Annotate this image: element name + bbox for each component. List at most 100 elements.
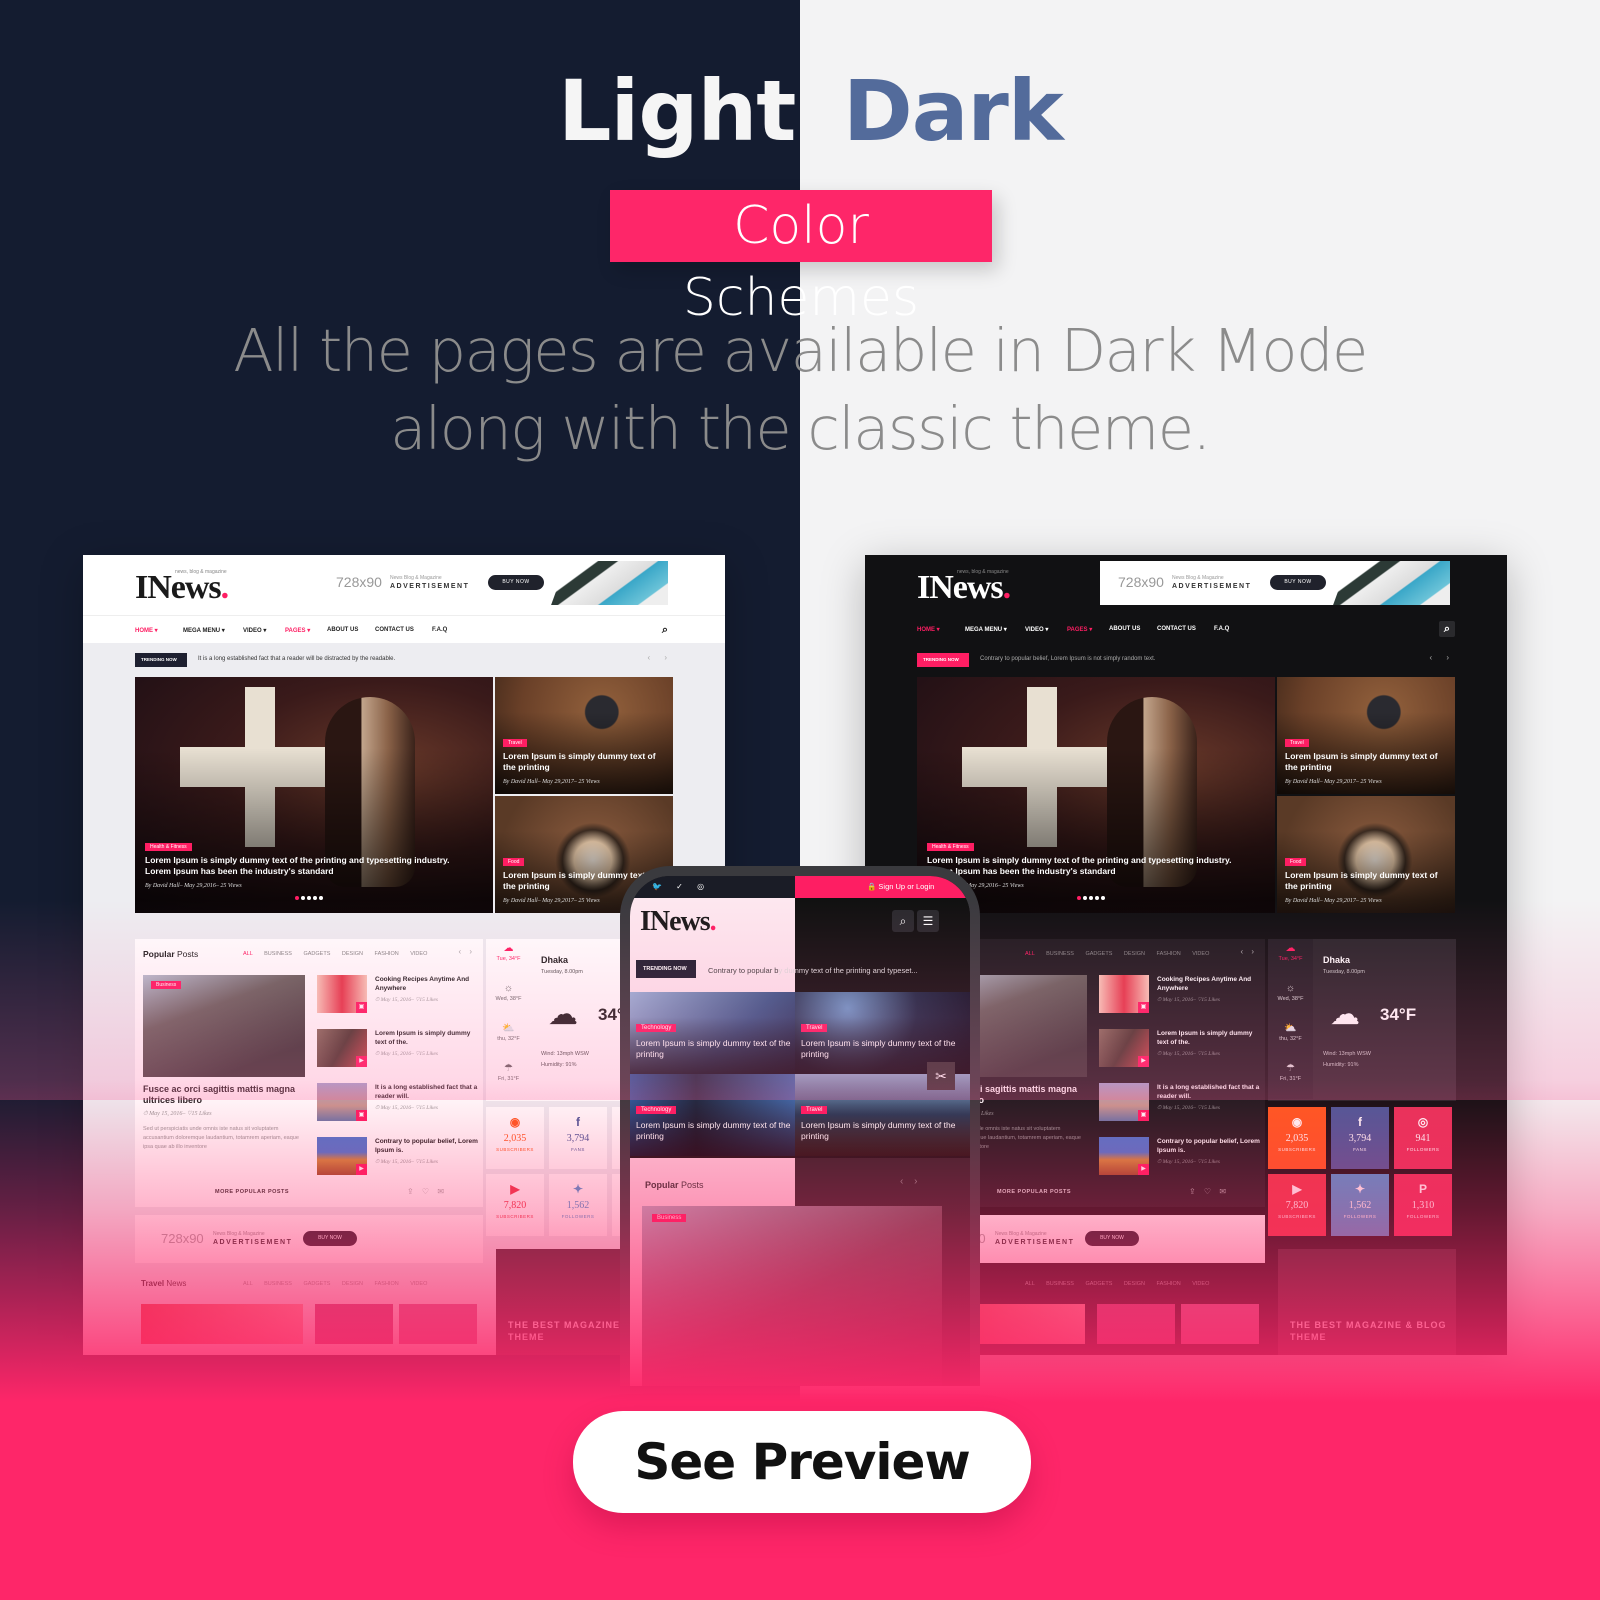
tab-fashion[interactable]: FASHION: [1157, 1281, 1181, 1287]
list-title[interactable]: Contrary to popular belief, Lorem Ipsum …: [1157, 1137, 1261, 1155]
weather-day[interactable]: ☂ Fri, 31°F: [486, 1059, 531, 1099]
list-item[interactable]: ▶ Lorem Ipsum is simply dummy text of th…: [317, 1029, 477, 1069]
category-badge[interactable]: Technology: [636, 1024, 677, 1032]
phone-tile[interactable]: Technology Lorem Ipsum is simply dummy t…: [630, 992, 795, 1074]
nav-about[interactable]: ABOUT US: [1109, 626, 1140, 632]
nav-about[interactable]: ABOUT US: [327, 627, 358, 633]
more-popular-posts-link[interactable]: MORE POPULAR POSTS: [997, 1189, 1071, 1195]
phone-popular-image[interactable]: Business: [642, 1206, 942, 1386]
social-counter[interactable]: ✦ 1,562 FOLLOWERS: [549, 1174, 607, 1236]
weather-day[interactable]: ☼ Wed, 38°F: [486, 979, 531, 1019]
weather-day[interactable]: ☁ Tue, 34°F: [486, 939, 531, 979]
tab-fashion[interactable]: FASHION: [1157, 951, 1181, 957]
weather-day[interactable]: ☂ Fri, 31°F: [1268, 1059, 1313, 1099]
trending-arrows[interactable]: ‹ ›: [647, 653, 673, 662]
tab-gadgets[interactable]: GADGETS: [303, 1281, 330, 1287]
tab-gadgets[interactable]: GADGETS: [1085, 951, 1112, 957]
tab-video[interactable]: VIDEO: [410, 1281, 427, 1287]
list-title[interactable]: Lorem Ipsum is simply dummy text of the.: [1157, 1029, 1261, 1047]
share-icons[interactable]: ⇪ ♡ ✉: [407, 1187, 447, 1196]
more-popular-posts-link[interactable]: MORE POPULAR POSTS: [215, 1189, 289, 1195]
side-title[interactable]: Lorem Ipsum is simply dummy text of the …: [1285, 870, 1450, 892]
popular-nav-arrows[interactable]: ‹ ›: [458, 947, 475, 956]
tab-gadgets[interactable]: GADGETS: [1085, 1281, 1112, 1287]
tile-title[interactable]: Lorem Ipsum is simply dummy text of the …: [801, 1038, 961, 1060]
list-item[interactable]: ▣ Cooking Recipes Anytime And Anywhere ⏱…: [1099, 975, 1259, 1015]
tab-business[interactable]: BUSINESS: [1046, 1281, 1074, 1287]
category-badge[interactable]: Travel: [801, 1024, 828, 1032]
tab-design[interactable]: DESIGN: [1124, 1281, 1145, 1287]
featured-side[interactable]: Travel Lorem Ipsum is simply dummy text …: [495, 677, 673, 794]
category-badge[interactable]: Travel: [503, 739, 527, 747]
popular-nav-arrows[interactable]: ‹ ›: [1240, 947, 1257, 956]
weather-day[interactable]: ☼ Wed, 38°F: [1268, 979, 1313, 1019]
search-icon[interactable]: ⌕: [1439, 621, 1455, 637]
tab-business[interactable]: BUSINESS: [264, 1281, 292, 1287]
tab-video[interactable]: VIDEO: [1192, 951, 1209, 957]
featured-title[interactable]: Lorem Ipsum is simply dummy text of the …: [145, 855, 465, 877]
list-title[interactable]: It is a long established fact that a rea…: [1157, 1083, 1261, 1101]
category-badge[interactable]: Business: [151, 981, 182, 989]
tab-design[interactable]: DESIGN: [342, 951, 363, 957]
search-icon[interactable]: ⌕: [657, 622, 673, 638]
see-preview-button[interactable]: See Preview: [573, 1411, 1031, 1513]
settings-tool-icon[interactable]: ✂: [927, 1062, 955, 1090]
ad-banner[interactable]: 728x90 News Blog & Magazine ADVERTISEMEN…: [318, 561, 668, 605]
travel-thumbnail[interactable]: [1181, 1304, 1259, 1344]
tile-title[interactable]: Lorem Ipsum is simply dummy text of the …: [801, 1120, 961, 1142]
search-icon[interactable]: ⌕: [892, 910, 914, 932]
featured-title[interactable]: Lorem Ipsum is simply dummy text of the …: [927, 855, 1247, 877]
tab-business[interactable]: BUSINESS: [264, 951, 292, 957]
nav-video[interactable]: VIDEO ▾: [1025, 626, 1048, 633]
weather-day[interactable]: ⛅ thu, 32°F: [486, 1019, 531, 1059]
ad-banner[interactable]: 728x90 News Blog & Magazine ADVERTISEMEN…: [1100, 561, 1450, 605]
list-title[interactable]: It is a long established fact that a rea…: [375, 1083, 479, 1101]
tab-fashion[interactable]: FASHION: [375, 1281, 399, 1287]
tab-video[interactable]: VIDEO: [410, 951, 427, 957]
list-title[interactable]: Cooking Recipes Anytime And Anywhere: [375, 975, 479, 993]
slider-dots[interactable]: [1077, 887, 1107, 905]
trending-text[interactable]: It is a long established fact that a rea…: [198, 656, 395, 662]
travel-thumbnail[interactable]: [141, 1304, 303, 1344]
social-counter[interactable]: ▶ 7,820 SUBSCRIBERS: [486, 1174, 544, 1236]
nav-home[interactable]: HOME ▾: [135, 627, 158, 634]
tab-all[interactable]: ALL: [1025, 951, 1035, 957]
signup-login-link[interactable]: 🔒 Sign Up or Login: [795, 876, 970, 898]
travel-thumbnail[interactable]: [1097, 1304, 1175, 1344]
list-item[interactable]: ▣ It is a long established fact that a r…: [317, 1083, 477, 1123]
travel-thumbnail[interactable]: [315, 1304, 393, 1344]
buy-now-button[interactable]: BUY NOW: [303, 1231, 357, 1246]
social-counter[interactable]: ✦ 1,562 FOLLOWERS: [1331, 1174, 1389, 1236]
social-counter[interactable]: ◉ 2,035 SUBSCRIBERS: [486, 1107, 544, 1169]
share-icons[interactable]: ⇪ ♡ ✉: [1189, 1187, 1229, 1196]
nav-pages[interactable]: PAGES ▾: [285, 627, 310, 634]
list-item[interactable]: ▶ Contrary to popular belief, Lorem Ipsu…: [317, 1137, 479, 1177]
tab-all[interactable]: ALL: [243, 1281, 253, 1287]
tab-gadgets[interactable]: GADGETS: [303, 951, 330, 957]
tab-business[interactable]: BUSINESS: [1046, 951, 1074, 957]
social-counter[interactable]: f 3,794 FANS: [1331, 1107, 1389, 1169]
popular-main-title[interactable]: Fusce ac orci sagittis mattis magna ultr…: [143, 1084, 305, 1106]
featured-main[interactable]: Health & Fitness Lorem Ipsum is simply d…: [135, 677, 493, 913]
menu-icon[interactable]: ☰: [917, 910, 939, 932]
phone-popular-nav[interactable]: ‹ ›: [900, 1176, 921, 1187]
tile-title[interactable]: Lorem Ipsum is simply dummy text of the …: [636, 1038, 791, 1060]
nav-home[interactable]: HOME ▾: [917, 626, 940, 633]
nav-faq[interactable]: F.A.Q: [432, 627, 447, 633]
travel-thumbnail[interactable]: [399, 1304, 477, 1344]
trending-text[interactable]: Contrary to popular by dummy text of the…: [708, 966, 918, 975]
buy-now-button[interactable]: BUY NOW: [1085, 1231, 1139, 1246]
tab-design[interactable]: DESIGN: [1124, 951, 1145, 957]
social-icons[interactable]: 🐦 ✓ ◎: [652, 882, 710, 891]
nav-mega-menu[interactable]: MEGA MENU ▾: [965, 626, 1007, 633]
weather-day[interactable]: ☁ Tue, 34°F: [1268, 939, 1313, 979]
nav-contact[interactable]: CONTACT US: [1157, 626, 1196, 632]
category-badge[interactable]: Health & Fitness: [145, 843, 192, 851]
tab-design[interactable]: DESIGN: [342, 1281, 363, 1287]
social-counter[interactable]: f 3,794 FANS: [549, 1107, 607, 1169]
trending-text[interactable]: Contrary to popular belief, Lorem Ipsum …: [980, 656, 1155, 662]
list-title[interactable]: Contrary to popular belief, Lorem Ipsum …: [375, 1137, 479, 1155]
category-badge[interactable]: Travel: [801, 1106, 828, 1114]
category-badge[interactable]: Business: [652, 1214, 687, 1222]
social-counter[interactable]: ◉ 2,035 SUBSCRIBERS: [1268, 1107, 1326, 1169]
